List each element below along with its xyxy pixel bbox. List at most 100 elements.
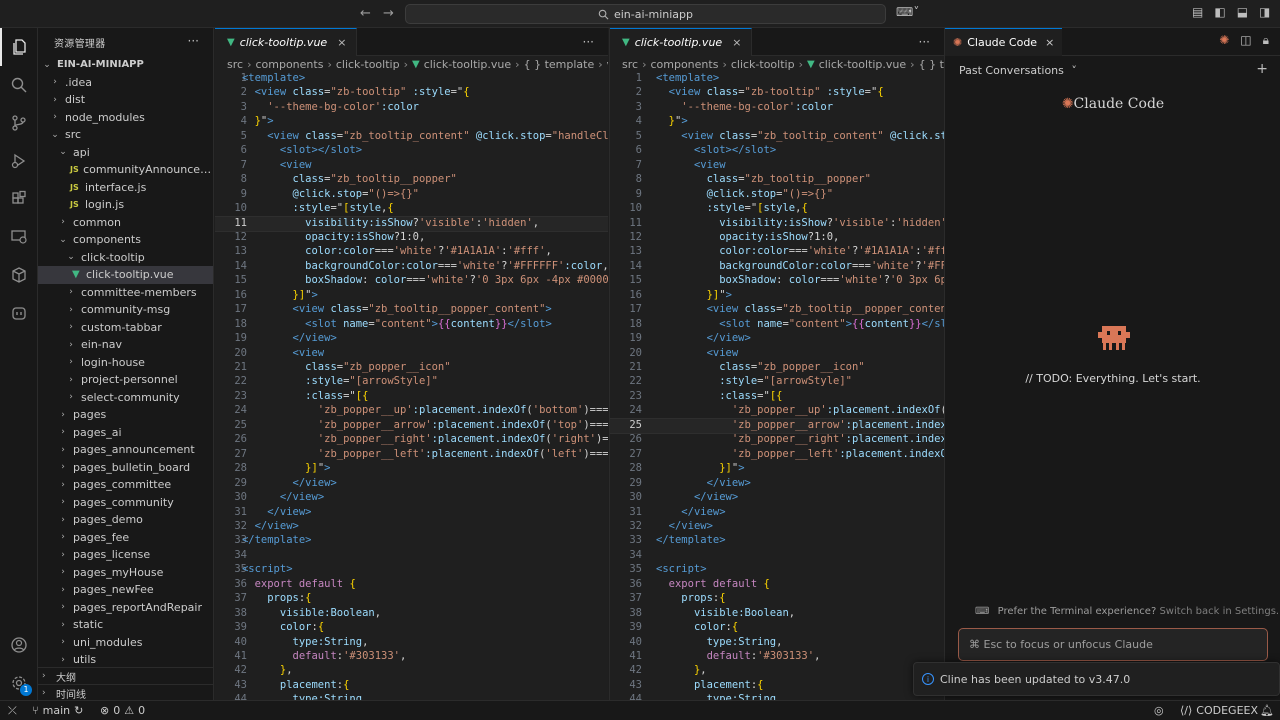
code-line[interactable]: 11 visibility:isShow?'visible':'hidden', — [610, 217, 944, 231]
tree-folder[interactable]: › pages_newFee — [38, 581, 213, 599]
run-debug-icon[interactable] — [0, 142, 38, 180]
code-line[interactable]: 32 </view> — [610, 520, 944, 534]
tree-file[interactable]: JS communityAnnouncement... — [38, 161, 213, 179]
code-line[interactable]: 37 props:{ — [215, 592, 608, 606]
breadcrumb-segment[interactable]: { } templa — [919, 58, 944, 71]
search-icon[interactable] — [0, 66, 38, 104]
notifications-bell-icon[interactable]: 🔔︎ — [1260, 704, 1274, 717]
code-editor[interactable]: 1 <template> 2 <view class="zb-tooltip" :s… — [215, 72, 608, 700]
close-icon[interactable]: × — [732, 36, 741, 49]
code-line[interactable]: 44 type:String, — [215, 693, 608, 700]
code-line[interactable]: 26 'zb_popper__right':placement.indexOf(… — [610, 433, 944, 447]
layout-custom-icon[interactable]: ▤ — [1192, 5, 1203, 19]
tree-folder[interactable]: › pages_bulletin_board — [38, 459, 213, 477]
code-line[interactable]: 25 'zb_popper__arrow':placement.indexOf(… — [610, 417, 944, 435]
code-line[interactable]: 18 <slot name="content">{{content}}</slo… — [610, 318, 944, 332]
code-line[interactable]: 7 <view — [610, 159, 944, 173]
close-icon[interactable]: × — [1045, 36, 1054, 49]
code-line[interactable]: 7 <view — [215, 159, 608, 173]
code-line[interactable]: 34 — [215, 549, 608, 563]
code-line[interactable]: 43 placement:{ — [215, 679, 608, 693]
breadcrumb-segment[interactable]: components — [650, 58, 718, 71]
explorer-root-folder[interactable]: ⌄ EIN-AI-MINIAPP — [38, 56, 213, 74]
tree-folder[interactable]: › pages_license — [38, 546, 213, 564]
tree-folder[interactable]: › ein-nav — [38, 336, 213, 354]
tree-file[interactable]: ▼ click-tooltip.vue — [38, 266, 213, 284]
tree-folder[interactable]: › pages_announcement — [38, 441, 213, 459]
code-line[interactable]: 43 placement:{ — [610, 679, 944, 693]
code-line[interactable]: 17 <view class="zb_tooltip__popper_conte… — [215, 303, 608, 317]
code-line[interactable]: 14 backgroundColor:color==='white'?'#FFF… — [215, 260, 608, 274]
code-line[interactable]: 35 <script> — [610, 563, 944, 577]
code-line[interactable]: 3 '--theme-bg-color':color — [215, 101, 608, 115]
tree-folder[interactable]: › community-msg — [38, 301, 213, 319]
code-editor[interactable]: 1 <template> 2 <view class="zb-tooltip" :s… — [610, 72, 944, 700]
remote-explorer-icon[interactable] — [0, 218, 38, 256]
extensions-icon[interactable] — [0, 180, 38, 218]
code-line[interactable]: 41 default:'#303133', — [610, 650, 944, 664]
code-line[interactable]: 9 @click.stop="()=>{}" — [215, 188, 608, 202]
tree-folder[interactable]: ⌄ components — [38, 231, 213, 249]
tree-file[interactable]: JS interface.js — [38, 179, 213, 197]
code-line[interactable]: 28 }]"> — [610, 462, 944, 476]
code-line[interactable]: 11 visibility:isShow?'visible':'hidden', — [215, 215, 608, 232]
tree-folder[interactable]: › common — [38, 214, 213, 232]
code-line[interactable]: 22 :style="[arrowStyle]" — [215, 375, 608, 389]
code-line[interactable]: 29 </view> — [610, 477, 944, 491]
toggle-primary-sidebar-icon[interactable]: ◧ — [1214, 5, 1225, 19]
code-line[interactable]: 15 boxShadow: color==='white'?'0 3px 6px… — [215, 274, 608, 288]
timeline-section-header[interactable]: › 时间线 — [38, 684, 213, 700]
code-line[interactable]: 30 </view> — [610, 491, 944, 505]
code-line[interactable]: 35 <script> — [215, 563, 608, 577]
tree-folder[interactable]: › pages_ai — [38, 424, 213, 442]
code-line[interactable]: 2 <view class="zb-tooltip" :style="{ — [610, 86, 944, 100]
code-line[interactable]: 1 <template> — [610, 72, 944, 86]
tree-folder[interactable]: ⌄ src — [38, 126, 213, 144]
code-line[interactable]: 32 </view> — [215, 520, 608, 534]
tree-folder[interactable]: › pages_community — [38, 494, 213, 512]
code-line[interactable]: 4 }"> — [610, 115, 944, 129]
code-line[interactable]: 8 class="zb_tooltip__popper" — [610, 173, 944, 187]
code-line[interactable]: 39 color:{ — [215, 621, 608, 635]
package-icon[interactable] — [0, 256, 38, 294]
code-line[interactable]: 23 :class="[{ — [215, 390, 608, 404]
code-line[interactable]: 13 color:color==='white'?'#1A1A1A':'#fff… — [215, 245, 608, 259]
claude-code-tab[interactable]: ✺ Claude Code × — [945, 28, 1063, 56]
breadcrumb-segment[interactable]: src — [622, 58, 638, 71]
tree-folder[interactable]: › project-personnel — [38, 371, 213, 389]
code-line[interactable]: 15 boxShadow: color==='white'?'0 3px 6px… — [610, 274, 944, 288]
arrow-right-icon[interactable]: → — [383, 6, 394, 21]
toggle-secondary-sidebar-icon[interactable]: ◨ — [1259, 5, 1270, 19]
tree-folder[interactable]: › pages_fee — [38, 529, 213, 547]
code-line[interactable]: 23 :class="[{ — [610, 390, 944, 404]
tree-folder[interactable]: › .idea — [38, 74, 213, 92]
code-line[interactable]: 12 opacity:isShow?1:0, — [610, 231, 944, 245]
toggle-panel-icon[interactable]: ⬓ — [1237, 5, 1248, 19]
code-line[interactable]: 38 visible:Boolean, — [215, 607, 608, 621]
code-line[interactable]: 10 :style="[style,{ — [610, 202, 944, 216]
code-line[interactable]: 27 'zb_popper__left':placement.indexOf('… — [610, 448, 944, 462]
robot-icon[interactable] — [0, 294, 38, 332]
code-line[interactable]: 5 <view class="zb_tooltip_content" @clic… — [215, 130, 608, 144]
tree-folder[interactable]: › static — [38, 616, 213, 634]
code-line[interactable]: 6 <slot></slot> — [215, 144, 608, 158]
code-line[interactable]: 1 <template> — [215, 72, 608, 86]
outline-section-header[interactable]: › 大纲 — [38, 667, 213, 684]
tree-folder[interactable]: › dist — [38, 91, 213, 109]
account-icon[interactable] — [0, 626, 38, 664]
settings-gear-icon[interactable]: 1 — [0, 664, 38, 702]
code-line[interactable]: 5 <view class="zb_tooltip_content" @clic… — [610, 130, 944, 144]
code-line[interactable]: 20 <view — [610, 347, 944, 361]
editor-more-actions-button[interactable]: ··· — [919, 35, 930, 49]
code-line[interactable]: 18 <slot name="content">{{content}}</slo… — [215, 318, 608, 332]
code-line[interactable]: 31 </view> — [610, 506, 944, 520]
tree-folder[interactable]: › pages_reportAndRepair — [38, 599, 213, 617]
code-line[interactable]: 10 :style="[style,{ — [215, 202, 608, 216]
code-line[interactable]: 31 </view> — [215, 506, 608, 520]
remote-indicator-icon[interactable]: ⤫ — [8, 704, 17, 718]
tree-folder[interactable]: › utils — [38, 651, 213, 669]
code-line[interactable]: 26 'zb_popper__right':placement.indexOf(… — [215, 433, 608, 447]
code-line[interactable]: 24 'zb_popper__up':placement.indexOf('bo… — [215, 404, 608, 418]
code-line[interactable]: 44 type:String, — [610, 693, 944, 700]
lock-icon[interactable]: 🔒︎ — [1263, 33, 1269, 48]
